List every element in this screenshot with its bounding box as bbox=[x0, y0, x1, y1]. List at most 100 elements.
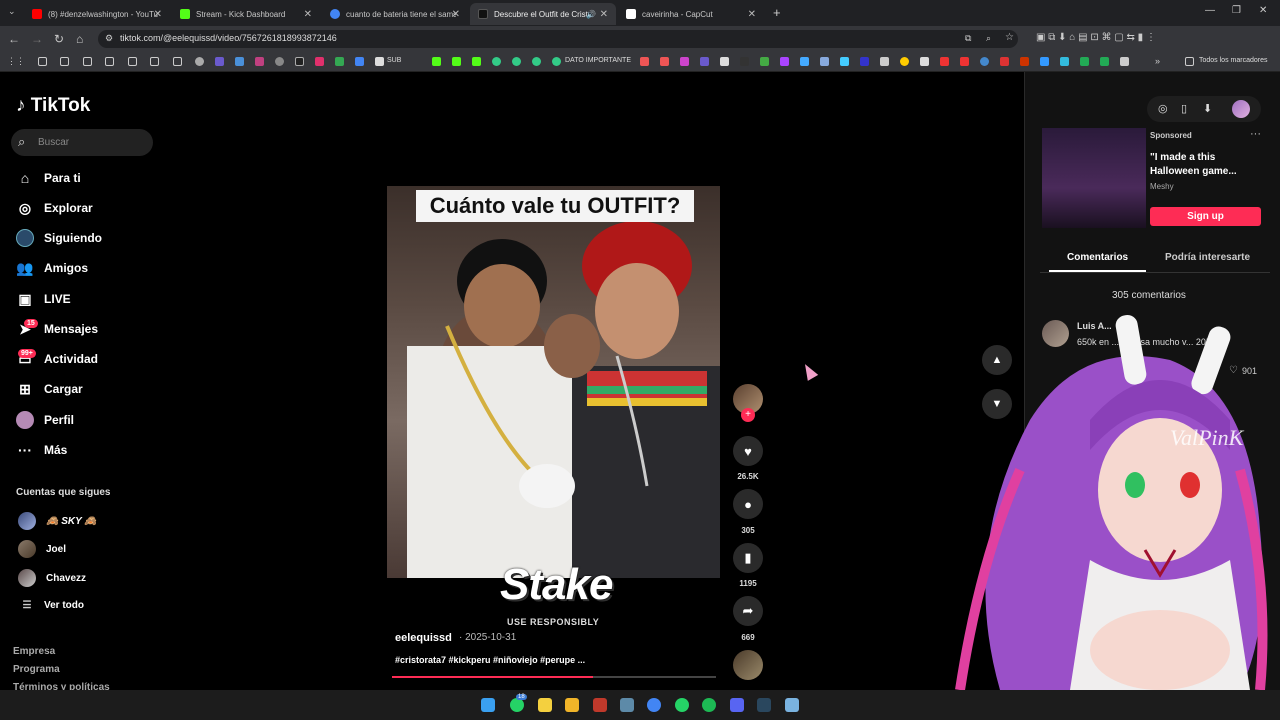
bookmark-icon[interactable] bbox=[820, 57, 829, 66]
bookmark-icon[interactable] bbox=[980, 57, 989, 66]
tab-capcut[interactable]: caveirinha - CapCut ✕ bbox=[618, 3, 764, 25]
bookmark-icon[interactable] bbox=[1000, 57, 1009, 66]
tab-youtube[interactable]: (8) #denzelwashington - YouTube ✕ bbox=[24, 3, 170, 25]
bookmark-star-icon[interactable]: ☆ bbox=[1005, 32, 1014, 43]
tab-comentarios[interactable]: Comentarios bbox=[1067, 252, 1128, 263]
device-icon[interactable]: ▯ bbox=[1181, 102, 1187, 115]
bookmark-icon[interactable] bbox=[900, 57, 909, 66]
explore-icon[interactable]: ◎ bbox=[1158, 102, 1168, 115]
bookmark-icon[interactable] bbox=[920, 57, 929, 66]
bookmark-icon[interactable] bbox=[800, 57, 809, 66]
kick-bookmark-icon[interactable] bbox=[432, 57, 441, 66]
bookmark-icon[interactable] bbox=[532, 57, 541, 66]
share-button[interactable]: ➦ bbox=[733, 596, 763, 626]
bookmark-icon[interactable] bbox=[255, 57, 264, 66]
extensions-icon[interactable]: ▣ ⧉ ⬇ ⌂ ▤ ⊡ ⌘ ▢ ⇆ ▮ ⋮ bbox=[1036, 32, 1156, 43]
url-text[interactable]: tiktok.com/@eelequissd/video/75672618189… bbox=[120, 33, 337, 43]
kick-bookmark-icon[interactable] bbox=[452, 57, 461, 66]
bookmark-icon[interactable] bbox=[1060, 57, 1069, 66]
ad-image[interactable] bbox=[1042, 128, 1146, 228]
more-bookmarks-icon[interactable]: » bbox=[1155, 56, 1160, 66]
bookmark-icon[interactable] bbox=[940, 57, 949, 66]
close-tab-icon[interactable]: ✕ bbox=[452, 9, 460, 20]
see-all-link[interactable]: ☰ Ver todo bbox=[18, 600, 85, 611]
tab-list-icon[interactable]: ⌄ bbox=[8, 6, 16, 17]
bookmark-icon[interactable] bbox=[355, 57, 364, 66]
forward-icon[interactable]: → bbox=[31, 32, 43, 46]
new-tab-button[interactable]: + bbox=[773, 5, 781, 20]
bookmark-icon[interactable] bbox=[235, 57, 244, 66]
speaker-icon[interactable]: 🔊 bbox=[586, 10, 596, 19]
folder-icon[interactable] bbox=[150, 57, 159, 66]
folder-icon[interactable] bbox=[60, 57, 69, 66]
apps-icon[interactable]: ⋮⋮ bbox=[7, 56, 25, 67]
steam-icon[interactable] bbox=[757, 698, 771, 712]
video-hashtags[interactable]: #cristorata7 #kickperu #niñoviejo #perup… bbox=[395, 655, 585, 665]
tab-kick[interactable]: Stream - Kick Dashboard ✕ bbox=[172, 3, 320, 25]
bookmark-icon[interactable] bbox=[740, 57, 749, 66]
following-item-chavezz[interactable]: Chavezz bbox=[18, 569, 86, 587]
bookmark-icon[interactable] bbox=[1080, 57, 1089, 66]
bookmark-sub[interactable]: SUB bbox=[387, 57, 401, 64]
bookmark-icon[interactable] bbox=[760, 57, 769, 66]
video-author[interactable]: eelequissd bbox=[395, 632, 452, 644]
tab-podria-interesarte[interactable]: Podría interesarte bbox=[1165, 252, 1250, 263]
tiktok-logo[interactable]: ♪ TikTok bbox=[16, 95, 90, 117]
ad-title[interactable]: "I made a this Halloween game... bbox=[1150, 151, 1250, 179]
profile-avatar[interactable] bbox=[1232, 100, 1250, 118]
windows-start-icon[interactable] bbox=[481, 698, 495, 712]
bookmark-icon[interactable] bbox=[660, 57, 669, 66]
whatsapp-icon[interactable] bbox=[510, 698, 524, 712]
chrome-icon[interactable] bbox=[647, 698, 661, 712]
following-item-joel[interactable]: Joel bbox=[18, 540, 66, 558]
install-icon[interactable]: ⧉ bbox=[965, 33, 971, 44]
spotify-icon[interactable] bbox=[702, 698, 716, 712]
instagram-icon[interactable] bbox=[315, 57, 324, 66]
discord-icon[interactable] bbox=[730, 698, 744, 712]
folder-icon[interactable] bbox=[105, 57, 114, 66]
bookmark-icon[interactable] bbox=[880, 57, 889, 66]
nav-item-explorar[interactable]: ◎ Explorar bbox=[16, 197, 93, 219]
close-tab-icon[interactable]: ✕ bbox=[748, 9, 756, 20]
bookmark-icon[interactable] bbox=[840, 57, 849, 66]
close-tab-icon[interactable]: ✕ bbox=[304, 9, 312, 20]
nav-item-para-ti[interactable]: ⌂ Para ti bbox=[16, 167, 81, 189]
nav-item-live[interactable]: ▣ LIVE bbox=[16, 288, 70, 310]
kick-bookmark-icon[interactable] bbox=[472, 57, 481, 66]
download-icon[interactable]: ⬇ bbox=[1203, 102, 1212, 115]
bookmark-icon[interactable] bbox=[1020, 57, 1029, 66]
file-explorer-icon[interactable] bbox=[565, 698, 579, 712]
close-tab-icon[interactable]: ✕ bbox=[600, 9, 608, 20]
bookmark-icon[interactable] bbox=[512, 57, 521, 66]
zoom-icon[interactable]: ⌕ bbox=[986, 33, 991, 44]
back-icon[interactable]: ← bbox=[8, 32, 20, 46]
bookmark-icon[interactable] bbox=[640, 57, 649, 66]
like-button[interactable]: ♥ bbox=[733, 436, 763, 466]
sticky-notes-icon[interactable] bbox=[538, 698, 552, 712]
nav-item-cargar[interactable]: ⊞ Cargar bbox=[16, 378, 83, 400]
maximize-button[interactable]: ❐ bbox=[1232, 5, 1241, 16]
home-browser-icon[interactable]: ⌂ bbox=[76, 32, 83, 46]
bookmark-icon[interactable] bbox=[1120, 57, 1129, 66]
folder-icon[interactable] bbox=[128, 57, 137, 66]
bookmark-icon[interactable] bbox=[295, 57, 304, 66]
tab-google[interactable]: cuanto de bateria tiene el sams ✕ bbox=[322, 3, 468, 25]
folder-icon[interactable] bbox=[83, 57, 92, 66]
all-bookmarks[interactable]: Todos los marcadores bbox=[1199, 57, 1267, 64]
bookmark-icon[interactable] bbox=[275, 57, 284, 66]
notepad-icon[interactable] bbox=[785, 698, 799, 712]
folder-icon[interactable] bbox=[38, 57, 47, 66]
search-input[interactable] bbox=[11, 129, 153, 156]
follow-plus-icon[interactable]: + bbox=[741, 408, 755, 422]
app-icon[interactable] bbox=[620, 698, 634, 712]
tab-tiktok[interactable]: Descubre el Outfit de Cristo 🔊 ✕ bbox=[470, 3, 616, 25]
minimize-button[interactable]: — bbox=[1205, 5, 1215, 16]
close-tab-icon[interactable]: ✕ bbox=[154, 9, 162, 20]
music-disc[interactable] bbox=[733, 650, 763, 680]
bookmark-icon[interactable] bbox=[700, 57, 709, 66]
footer-link-empresa[interactable]: Empresa bbox=[13, 646, 55, 657]
whatsapp-icon[interactable] bbox=[675, 698, 689, 712]
nav-item-mas[interactable]: ··· Más bbox=[16, 439, 67, 461]
footer-link-programa[interactable]: Programa bbox=[13, 664, 60, 675]
site-info-icon[interactable]: ⚙ bbox=[105, 33, 113, 44]
